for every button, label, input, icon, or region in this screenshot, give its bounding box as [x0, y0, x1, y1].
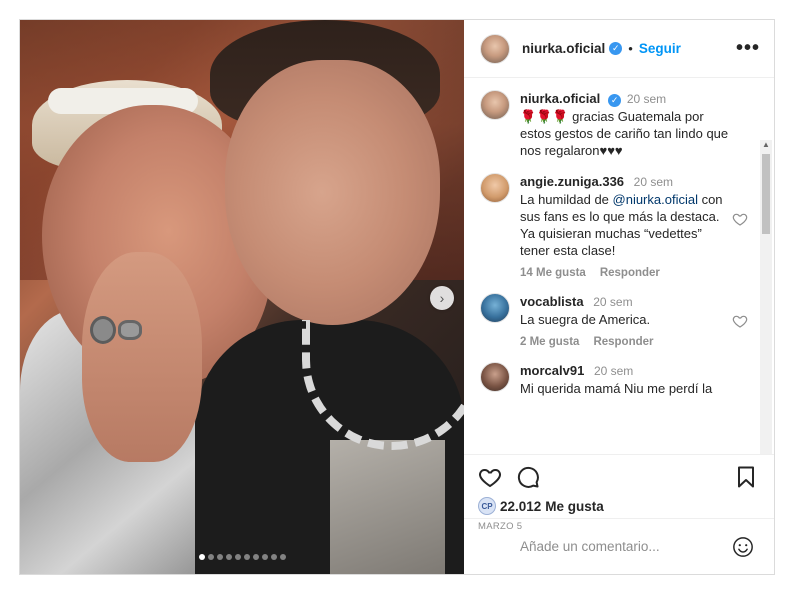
comments-list[interactable]: niurka.oficial ✓ 20 sem 🌹🌹🌹 gracias Guate… [464, 78, 774, 454]
reply-button[interactable]: Responder [593, 336, 653, 348]
comment-item: morcalv91 20 sem Mi querida mamá Niu me … [480, 362, 756, 397]
photo-man-face [225, 60, 440, 325]
header-separator: • [628, 41, 633, 56]
carousel-dot [198, 554, 205, 560]
comment-icon[interactable] [516, 465, 540, 489]
rose-emojis: 🌹🌹🌹 [520, 109, 569, 124]
like-heart-icon[interactable] [478, 465, 502, 489]
comment-likes[interactable]: 14 Me gusta [520, 267, 586, 279]
add-comment-bar [464, 518, 774, 574]
comment-time[interactable]: 20 sem [593, 295, 632, 309]
comment-text: La humildad de [520, 192, 613, 207]
comment-username[interactable]: angie.zuniga.336 [520, 174, 624, 189]
likes-label[interactable]: Me gusta [545, 499, 604, 514]
emoji-icon[interactable] [732, 536, 754, 558]
post-header: niurka.oficial ✓ • Seguir ••• [464, 20, 774, 78]
add-comment-input[interactable] [520, 539, 732, 554]
heart-icon[interactable] [732, 313, 748, 329]
comment-username[interactable]: vocablista [520, 294, 584, 309]
comment-likes[interactable]: 2 Me gusta [520, 336, 579, 348]
carousel-dot [216, 554, 223, 560]
header-username[interactable]: niurka.oficial [522, 41, 605, 56]
comment-text: La suegra de America. [520, 312, 651, 327]
liker-avatar[interactable]: CP [478, 497, 496, 515]
comment-item: angie.zuniga.336 20 sem La humildad de @… [480, 173, 756, 279]
more-options-icon[interactable]: ••• [736, 37, 760, 60]
instagram-post: › niurka.oficial ✓ • Seguir ••• niurka.o… [19, 19, 775, 575]
avatar[interactable] [480, 362, 510, 392]
carousel-dot [252, 554, 259, 560]
comment-time[interactable]: 20 sem [634, 175, 673, 189]
caption-username[interactable]: niurka.oficial [520, 91, 600, 106]
follow-button[interactable]: Seguir [639, 41, 681, 56]
caption-time[interactable]: 20 sem [627, 92, 666, 106]
verified-badge-icon: ✓ [609, 42, 623, 55]
carousel-dot [225, 554, 232, 560]
carousel-next-button[interactable]: › [430, 286, 454, 310]
verified-badge-icon: ✓ [608, 94, 622, 107]
avatar[interactable] [480, 90, 510, 120]
comment-username[interactable]: morcalv91 [520, 363, 584, 378]
carousel-indicators [20, 554, 464, 560]
comment-item: vocablista 20 sem La suegra de America. … [480, 293, 756, 348]
bookmark-icon[interactable] [734, 465, 758, 489]
photo-hand [82, 252, 202, 462]
comments-scrollbar[interactable]: ▲ ▼ [760, 140, 772, 454]
carousel-dot [261, 554, 268, 560]
reply-button[interactable]: Responder [600, 267, 660, 279]
comment-text: Mi querida mamá Niu me perdí la [520, 381, 713, 396]
heart-icon[interactable] [732, 211, 748, 227]
carousel-dot [243, 554, 250, 560]
scrollbar-thumb[interactable] [762, 154, 770, 234]
avatar[interactable] [480, 173, 510, 203]
carousel-dot [270, 554, 277, 560]
scroll-up-icon[interactable]: ▲ [762, 140, 770, 150]
carousel-dot [279, 554, 286, 560]
post-sidebar: niurka.oficial ✓ • Seguir ••• niurka.ofi… [464, 20, 774, 574]
mention-link[interactable]: @niurka.oficial [613, 192, 698, 207]
chevron-right-icon: › [439, 290, 445, 306]
carousel-dot [207, 554, 214, 560]
photo-ring [118, 320, 142, 340]
avatar[interactable] [480, 33, 510, 64]
caption: niurka.oficial ✓ 20 sem 🌹🌹🌹 gracias Guate… [480, 90, 756, 159]
carousel-dot [234, 554, 241, 560]
photo-ring [90, 316, 116, 344]
likes-count[interactable]: 22.012 [500, 499, 541, 514]
avatar[interactable] [480, 293, 510, 323]
post-photo[interactable]: › [20, 20, 464, 574]
comment-time[interactable]: 20 sem [594, 364, 633, 378]
